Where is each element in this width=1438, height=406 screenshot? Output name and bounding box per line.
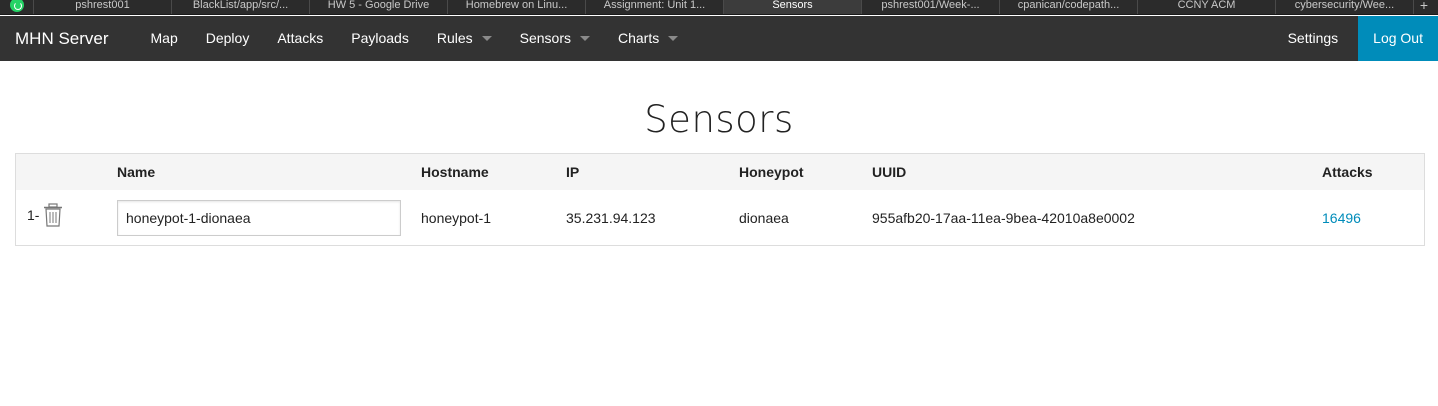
browser-tab[interactable]: Assignment: Unit 1...	[586, 0, 724, 14]
header-uuid: UUID	[872, 164, 907, 180]
whatsapp-icon	[9, 0, 24, 12]
row-honeypot: dionaea	[739, 209, 789, 226]
nav-map-label: Map	[150, 30, 178, 46]
chevron-down-icon	[580, 36, 590, 41]
nav-attacks-label: Attacks	[277, 30, 324, 46]
nav-deploy[interactable]: Deploy	[192, 16, 264, 61]
sensors-table: Name Hostname IP Honeypot UUID Attacks 1…	[15, 153, 1425, 246]
nav-map[interactable]: Map	[137, 16, 192, 61]
table-row: 1- honeypot-1-dionaea honeypot-1 35.231.…	[16, 190, 1424, 245]
nav-settings-label: Settings	[1287, 30, 1339, 46]
attacks-count-link[interactable]: 16496	[1322, 210, 1361, 226]
row-name-cell	[117, 190, 421, 245]
browser-tab[interactable]: BlackList/app/src/...	[172, 0, 310, 14]
header-ip: IP	[566, 164, 580, 180]
browser-tab[interactable]: CCNY ACM	[1138, 0, 1276, 14]
nav-sensors-label: Sensors	[519, 30, 571, 46]
nav-attacks[interactable]: Attacks	[263, 16, 337, 61]
browser-tab[interactable]: Homebrew on Linu...	[448, 0, 586, 14]
nav-rules-dropdown[interactable]: Rules	[423, 16, 506, 61]
logout-button[interactable]: Log Out	[1358, 16, 1438, 61]
trash-icon[interactable]	[42, 202, 64, 227]
nav-settings[interactable]: Settings	[1274, 16, 1359, 61]
top-navbar: MHN Server Map Deploy Attacks Payloads R…	[0, 16, 1438, 61]
browser-tab[interactable]: HW 5 - Google Drive	[310, 0, 448, 14]
nav-payloads[interactable]: Payloads	[337, 16, 423, 61]
row-hostname: honeypot-1	[421, 209, 492, 226]
row-attacks-cell: 16496	[1322, 190, 1424, 245]
browser-tab[interactable]: cybersecurity/Wee...	[1276, 0, 1414, 14]
new-tab-button[interactable]: +	[1414, 0, 1434, 14]
header-hostname: Hostname	[421, 164, 489, 180]
nav-rules-label: Rules	[436, 30, 473, 46]
nav-sensors-dropdown[interactable]: Sensors	[506, 16, 604, 61]
row-index: 1-	[27, 206, 40, 223]
nav-charts-label: Charts	[618, 30, 660, 46]
row-uuid: 955afb20-17aa-11ea-9bea-42010a8e0002	[872, 209, 1135, 226]
header-name: Name	[117, 164, 156, 180]
row-ip: 35.231.94.123	[566, 209, 656, 226]
nav-deploy-label: Deploy	[205, 30, 250, 46]
header-honeypot: Honeypot	[739, 164, 804, 180]
browser-tab[interactable]: pshrest001	[34, 0, 172, 14]
browser-tab[interactable]: cpanican/codepath...	[1000, 0, 1138, 14]
browser-tab-strip: pshrest001 BlackList/app/src/... HW 5 - …	[0, 0, 1438, 15]
browser-tab-active[interactable]: Sensors	[724, 0, 862, 14]
browser-tab[interactable]: pshrest001/Week-...	[862, 0, 1000, 14]
chevron-down-icon	[668, 36, 679, 41]
nav-payloads-label: Payloads	[351, 30, 409, 46]
sensor-name-input[interactable]	[117, 199, 401, 236]
nav-charts-dropdown[interactable]: Charts	[604, 16, 692, 61]
header-attacks: Attacks	[1322, 164, 1373, 180]
page-title: Sensors	[644, 98, 794, 141]
row-index-cell: 1-	[16, 190, 117, 245]
header-index	[16, 154, 117, 190]
table-header-row: Name Hostname IP Honeypot UUID Attacks	[16, 154, 1424, 190]
brand-link[interactable]: MHN Server	[0, 16, 137, 61]
chevron-down-icon	[481, 36, 492, 41]
whatsapp-tab[interactable]	[0, 0, 34, 14]
